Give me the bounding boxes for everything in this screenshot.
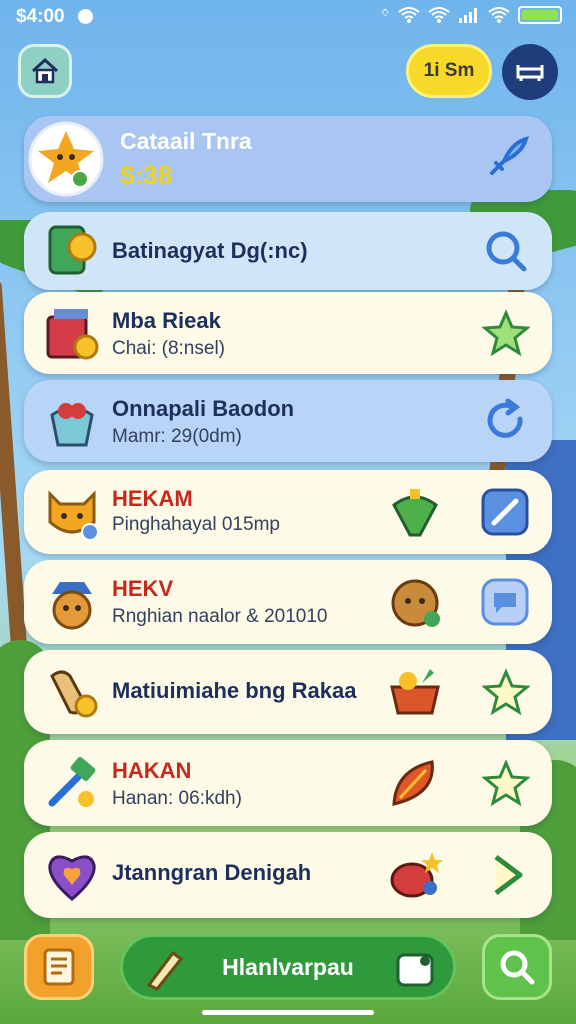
status-bar: $4:00 ᛜ <box>0 0 576 34</box>
fox-captain-icon <box>52 582 92 630</box>
notes-icon <box>43 948 75 986</box>
sofa-icon <box>516 65 544 81</box>
rocket-icon <box>490 136 529 175</box>
home-indicator <box>202 1010 374 1015</box>
star-mascot-avatar <box>28 121 104 197</box>
chat-icon[interactable] <box>480 577 530 627</box>
cat-icon <box>48 490 99 541</box>
battery-icon <box>518 6 562 24</box>
hammer-tool-icon <box>48 757 96 807</box>
player-name: Cataail Tnra <box>120 128 252 154</box>
main-action-label: Hlanlvarpau <box>222 953 354 980</box>
list-item[interactable]: Onnapali Baodon Mamr: 29(0dm) <box>24 380 552 462</box>
books-icon <box>46 309 99 360</box>
list-item-subtitle: Mamr: 29(0dm) <box>112 426 242 447</box>
notification-dot-icon <box>78 9 93 24</box>
list-item[interactable]: HEKAM Pinghahayal 015mp <box>24 470 552 554</box>
bird-star-icon <box>390 852 443 898</box>
home-button[interactable] <box>18 44 72 98</box>
gift-bag-icon <box>50 403 94 447</box>
list-item-title: Mba Rieak <box>112 308 221 333</box>
pen-icon <box>146 950 184 991</box>
player-card[interactable]: Cataail Tnra $:38 <box>24 116 552 202</box>
status-icons: ᛜ <box>380 6 562 24</box>
leaf-fire-icon <box>392 760 434 806</box>
list-item-title: HEKV <box>112 576 174 601</box>
list-item-subtitle: Rnghian naalor & 201010 <box>112 606 328 627</box>
list-item[interactable]: Jtanngran Denigah <box>24 832 552 918</box>
player-balance: $:38 <box>120 160 173 190</box>
list-item[interactable]: Mba Rieak Chai: (8:nsel) <box>24 292 552 374</box>
star-icon[interactable] <box>482 759 530 807</box>
list-item-subtitle: Chai: (8:nsel) <box>112 338 225 359</box>
list-item-title: HEKAM <box>112 486 193 511</box>
refresh-icon[interactable] <box>482 397 530 445</box>
signal-icon <box>459 8 477 23</box>
list-item-title: Matiuimiahe bng Rakaa <box>112 678 357 703</box>
veggie-basket-icon <box>390 669 440 715</box>
search-button[interactable] <box>482 934 552 1000</box>
list-item[interactable]: HEKV Rnghian naalor & 201010 <box>24 560 552 644</box>
list-item-title: Onnapali Baodon <box>112 396 295 421</box>
notes-button[interactable] <box>24 934 94 1000</box>
list-item[interactable]: HAKAN Hanan: 06:kdh) <box>24 740 552 826</box>
photo-icon <box>396 953 434 987</box>
menu-button[interactable] <box>502 44 558 100</box>
home-icon <box>31 57 59 84</box>
star-icon[interactable] <box>482 668 530 716</box>
list-item-subtitle: Pinghahayal 015mp <box>112 514 280 535</box>
heart-pin-icon <box>48 855 96 901</box>
search-icon <box>500 950 535 985</box>
list-item[interactable]: Matiuimiahe bng Rakaa <box>24 650 552 734</box>
list-item-title: Batinagyat Dg(:nc) <box>112 238 308 263</box>
list-item-title: Jtanngran Denigah <box>112 860 312 885</box>
list-item-subtitle: Hanan: 06:kdh) <box>112 788 242 809</box>
star-icon[interactable] <box>482 309 530 357</box>
bottom-bar: Hlanlvarpau <box>0 922 576 1024</box>
list-item-title: HAKAN <box>112 758 192 783</box>
search-icon[interactable] <box>482 227 530 275</box>
main-action-button[interactable]: Hlanlvarpau <box>120 934 456 1000</box>
bluetooth-icon: ᛜ <box>380 6 390 23</box>
wifi-icon <box>398 7 420 23</box>
play-arrow-icon[interactable] <box>482 851 530 899</box>
status-time: $4:00 <box>16 6 65 27</box>
guitar-goat-icon <box>50 670 98 718</box>
spinning-top-icon <box>392 489 438 537</box>
wifi-icon <box>428 7 450 23</box>
coins-button[interactable]: 1i Sm <box>406 44 492 98</box>
edit-icon[interactable] <box>480 487 530 537</box>
wifi-icon <box>488 7 510 23</box>
list-item[interactable]: Batinagyat Dg(:nc) <box>24 212 552 290</box>
phone-coin-icon <box>48 225 97 275</box>
lion-pet-icon <box>391 579 440 627</box>
